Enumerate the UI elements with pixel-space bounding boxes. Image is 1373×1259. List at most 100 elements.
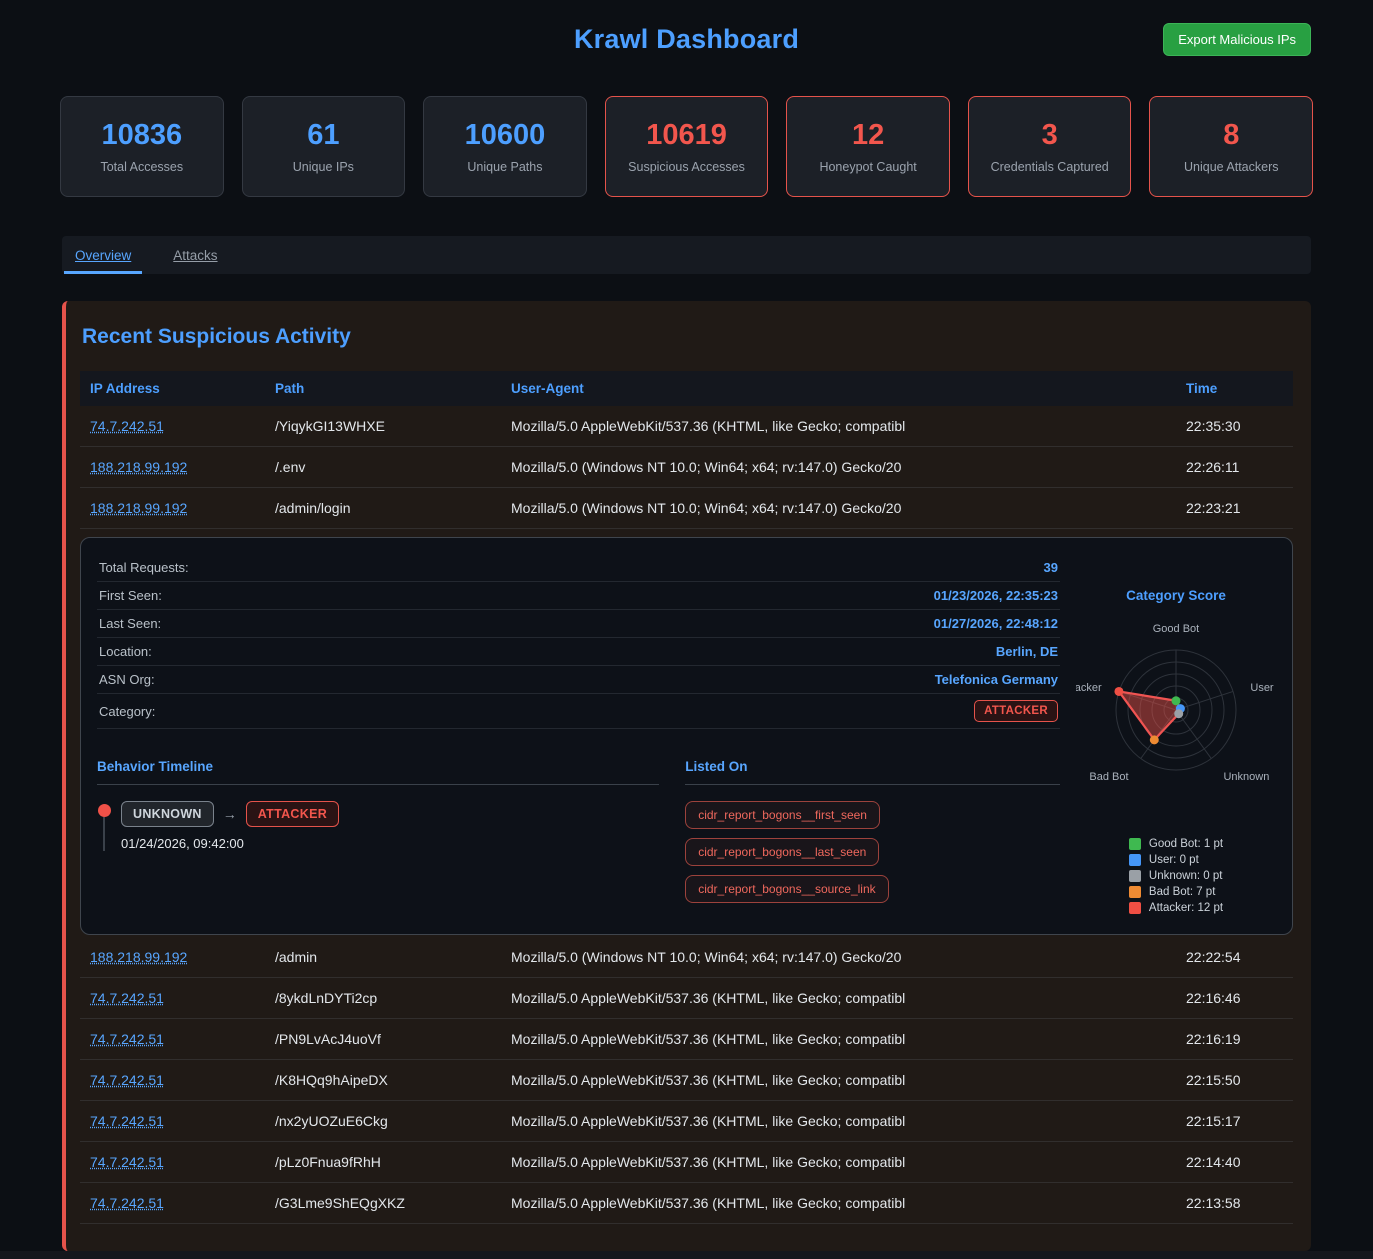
ip-address-link[interactable]: 188.218.99.192 [90,949,187,965]
legend-label: Attacker: 12 pt [1149,902,1223,914]
legend-swatch [1129,870,1141,882]
timeline-dot-icon [98,804,111,817]
time-cell: 22:16:46 [1176,978,1293,1018]
path-cell: /nx2yUOZuE6Ckg [265,1101,501,1141]
column-header: IP Address [80,371,265,406]
time-cell: 22:22:54 [1176,937,1293,977]
user-agent-cell: Mozilla/5.0 (Windows NT 10.0; Win64; x64… [501,447,1176,487]
time-cell: 22:35:30 [1176,406,1293,446]
listed-on-section: Listed On cidr_report_bogons__first_seen… [685,759,1060,903]
stat-label: Honeypot Caught [819,160,916,174]
stat-value: 8 [1223,119,1239,152]
behavior-timeline-heading: Behavior Timeline [97,759,659,774]
ip-cell: 74.7.242.51 [80,1019,265,1059]
legend-label: Good Bot: 1 pt [1149,838,1223,850]
user-agent-cell: Mozilla/5.0 AppleWebKit/537.36 (KHTML, l… [501,406,1176,446]
ip-address-link[interactable]: 74.7.242.51 [90,1195,164,1211]
stat-value: 12 [852,119,884,152]
activity-row: 188.218.99.192/admin/loginMozilla/5.0 (W… [80,488,1293,529]
stat-value: 10600 [465,119,546,152]
activity-table-header: IP AddressPathUser-AgentTime [80,371,1293,406]
info-value: Berlin, DE [996,644,1058,659]
legend-swatch [1129,886,1141,898]
ip-detail-left: Total Requests:39First Seen:01/23/2026, … [97,554,1060,920]
info-label: First Seen: [99,588,162,603]
timeline-marker [97,801,111,851]
column-header: Time [1176,371,1293,406]
ip-address-link[interactable]: 74.7.242.51 [90,990,164,1006]
activity-row: 74.7.242.51/pLz0Fnua9fRhHMozilla/5.0 App… [80,1142,1293,1183]
tab-overview[interactable]: Overview [64,236,142,274]
ip-info-row: Last Seen: 01/27/2026, 22:48:12 [97,610,1060,638]
legend-swatch [1129,902,1141,914]
path-cell: /PN9LvAcJ4uoVf [265,1019,501,1059]
ip-info-row: Total Requests:39 [97,554,1060,582]
stat-label: Unique IPs [293,160,354,174]
user-agent-cell: Mozilla/5.0 (Windows NT 10.0; Win64; x64… [501,937,1176,977]
column-header: User-Agent [501,371,1176,406]
activity-row: 74.7.242.51/G3Lme9ShEQgXKZMozilla/5.0 Ap… [80,1183,1293,1224]
ip-address-link[interactable]: 74.7.242.51 [90,1154,164,1170]
listed-on-badge: cidr_report_bogons__last_seen [685,838,879,866]
ip-address-link[interactable]: 74.7.242.51 [90,1113,164,1129]
stat-label: Credentials Captured [991,160,1109,174]
ip-info-row: ASN Org:Telefonica Germany [97,666,1060,694]
activity-row: 188.218.99.192 /.envMozilla/5.0 (Windows … [80,447,1293,488]
user-agent-cell: Mozilla/5.0 AppleWebKit/537.36 (KHTML, l… [501,1183,1176,1223]
ip-cell: 74.7.242.51 [80,1060,265,1100]
bottom-strip [0,1251,1373,1259]
category-score-chart: Category Score Good BotUserUnknownBad Bo… [1076,554,1276,920]
legend-swatch [1129,854,1141,866]
legend-item: Unknown: 0 pt [1129,870,1223,882]
stat-card: 8 Unique Attackers [1149,96,1313,197]
export-malicious-ips-button[interactable]: Export Malicious IPs [1163,23,1311,56]
activity-row: 188.218.99.192/adminMozilla/5.0 (Windows… [80,937,1293,978]
stat-label: Suspicious Accesses [628,160,745,174]
activity-rows-after-detail: 188.218.99.192/adminMozilla/5.0 (Windows… [80,937,1293,1224]
listed-on-badge: cidr_report_bogons__source_link [685,875,888,903]
info-value: 01/27/2026, 22:48:12 [934,616,1058,631]
recent-suspicious-activity-panel: Recent Suspicious Activity IP AddressPat… [62,301,1311,1251]
path-cell: /pLz0Fnua9fRhH [265,1142,501,1182]
activity-row: 74.7.242.51/8ykdLnDYTi2cpMozilla/5.0 App… [80,978,1293,1019]
path-cell: /.env [265,447,501,487]
ip-address-link[interactable]: 74.7.242.51 [90,1031,164,1047]
ip-cell: 74.7.242.51 [80,1101,265,1141]
time-cell: 22:15:50 [1176,1060,1293,1100]
info-label: Last Seen: [99,616,161,631]
stat-card: 10619Suspicious Accesses [605,96,769,197]
path-cell: /K8HQq9hAipeDX [265,1060,501,1100]
info-label: Category: [99,704,155,719]
tab-attacks[interactable]: Attacks [162,236,228,274]
radar-point-attacker [1114,687,1123,696]
ip-info-rows: Total Requests:39First Seen:01/23/2026, … [97,554,1060,729]
stat-card: 3Credentials Captured [968,96,1132,197]
stat-value: 10836 [101,119,182,152]
divider [97,784,659,785]
info-label: Location: [99,644,152,659]
ip-address-link[interactable]: 74.7.242.51 [90,418,164,434]
timeline-line [103,817,105,851]
time-cell: 22:26:11 [1176,447,1293,487]
path-cell: /G3Lme9ShEQgXKZ [265,1183,501,1223]
radar-point-bad-bot [1150,735,1159,744]
listed-on-heading: Listed On [685,759,1060,774]
activity-rows-before-detail: 74.7.242.51/YiqykGI13WHXEMozilla/5.0 App… [80,406,1293,529]
ip-detail-panel: Total Requests:39First Seen:01/23/2026, … [80,537,1293,935]
ip-info-row: First Seen:01/23/2026, 22:35:23 [97,582,1060,610]
radar-point-unknown [1174,709,1183,718]
divider [685,784,1060,785]
stat-card: 10836Total Accesses [60,96,224,197]
ip-address-link[interactable]: 188.218.99.192 [90,459,187,475]
legend-item: User: 0 pt [1129,854,1223,866]
radar-axis-label: Unknown [1223,771,1269,783]
user-agent-cell: Mozilla/5.0 (Windows NT 10.0; Win64; x64… [501,488,1176,528]
ip-address-link[interactable]: 74.7.242.51 [90,1072,164,1088]
radar-point-good-bot [1172,696,1181,705]
behavior-timeline-section: Behavior Timeline UNKNOWN → [97,759,659,903]
radar-chart: Good BotUserUnknownBad BotAttacker [1076,607,1276,824]
ip-address-link[interactable]: 188.218.99.192 [90,500,187,516]
radar-legend: Good Bot: 1 ptUser: 0 ptUnknown: 0 ptBad… [1129,838,1223,918]
time-cell: 22:15:17 [1176,1101,1293,1141]
stat-label: Unique Attackers [1184,160,1279,174]
